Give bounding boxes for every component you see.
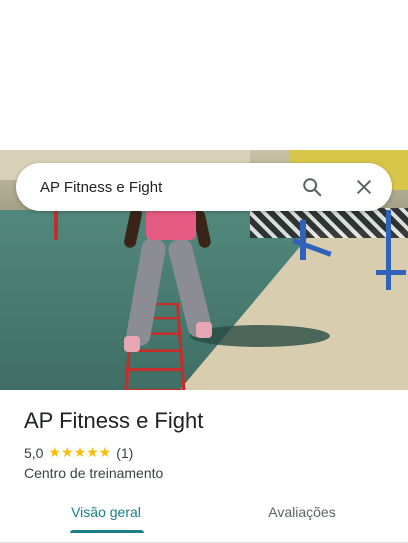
place-info-panel: AP Fitness e Fight 5,0 ★★★★★ (1) Centro … xyxy=(0,390,408,543)
rating-row[interactable]: 5,0 ★★★★★ (1) xyxy=(24,444,133,461)
photo-person xyxy=(124,336,140,352)
review-count[interactable]: (1) xyxy=(116,445,133,461)
close-icon[interactable] xyxy=(346,169,382,205)
search-input[interactable]: AP Fitness e Fight xyxy=(40,179,294,196)
photo-person xyxy=(196,322,212,338)
search-icon[interactable] xyxy=(294,169,330,205)
active-tab-indicator xyxy=(70,530,144,533)
photo-stone-wall xyxy=(250,208,408,238)
place-category[interactable]: Centro de treinamento xyxy=(24,465,163,481)
tab-reviews[interactable]: Avaliações xyxy=(262,504,342,538)
rating-value: 5,0 xyxy=(24,444,44,461)
place-title: AP Fitness e Fight xyxy=(24,408,204,433)
photo-equipment xyxy=(386,210,391,290)
blank-area xyxy=(0,0,408,150)
search-bar[interactable]: AP Fitness e Fight xyxy=(16,163,392,211)
tab-bar: Visão geral Avaliações xyxy=(0,498,408,543)
star-rating-icon: ★★★★★ xyxy=(48,444,112,460)
photo-equipment xyxy=(376,270,406,275)
photo-person xyxy=(146,206,196,240)
